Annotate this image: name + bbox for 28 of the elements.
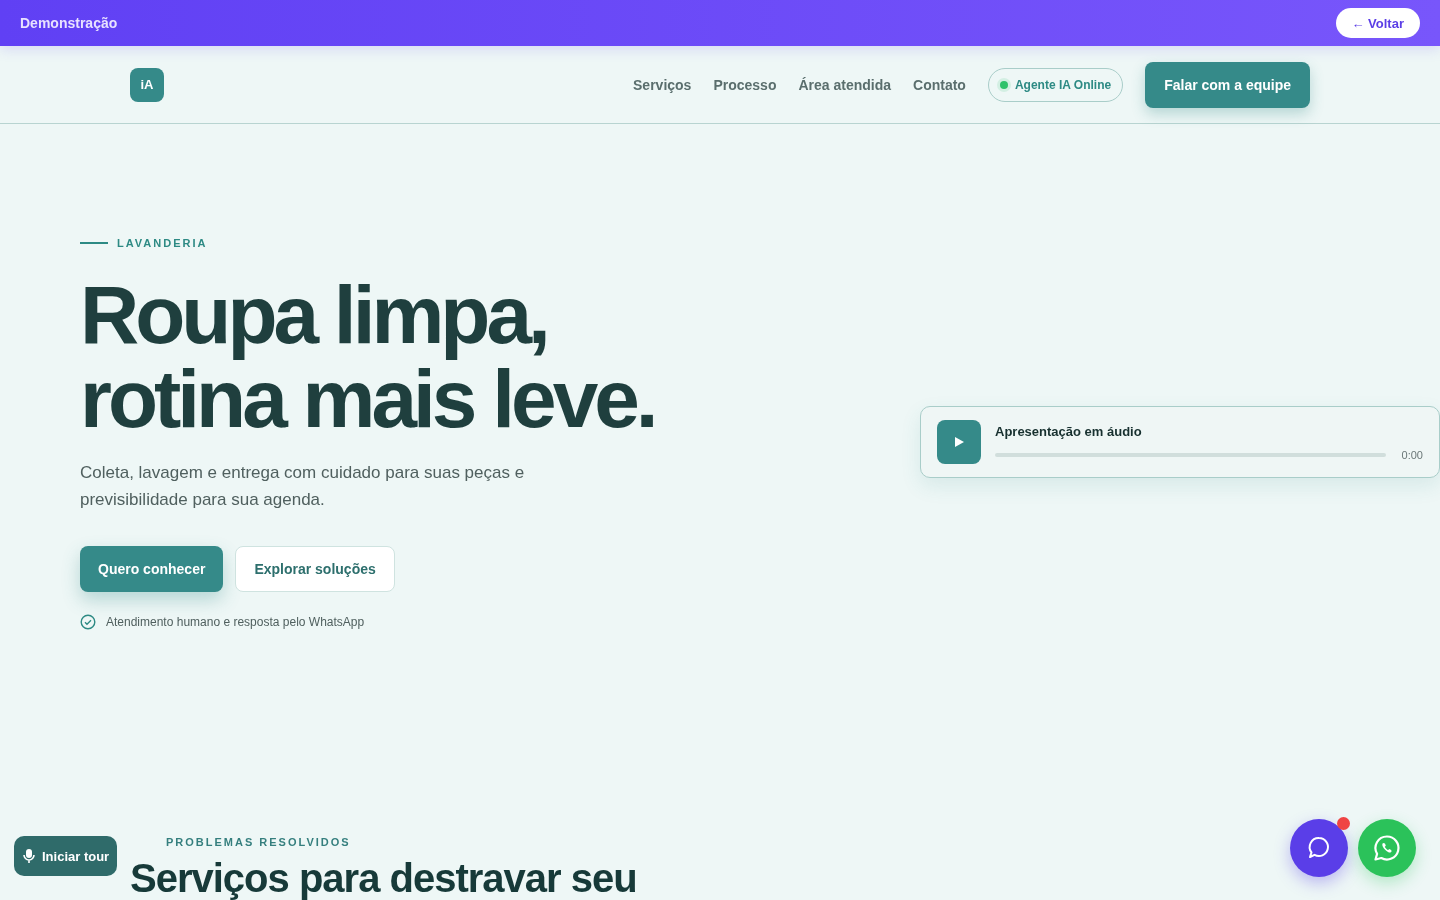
back-button[interactable]: ← Voltar <box>1335 8 1420 38</box>
audio-progress-track[interactable] <box>995 452 1386 457</box>
nav-link[interactable]: Processo <box>713 76 777 93</box>
hero-button[interactable]: Explorar soluções <box>235 545 395 592</box>
demo-title: Demonstração <box>20 15 118 31</box>
play-icon <box>953 436 965 448</box>
hero-subtitle: Coleta, lavagem e entrega com cuidado para suas peças e previsibilidade para sua agenda. <box>80 461 526 511</box>
audio-title: Apresentação em áudio <box>995 423 1143 439</box>
hero-note: Atendimento humano e resposta pelo WhatsApp <box>106 614 365 629</box>
microphone-icon <box>22 848 36 864</box>
nav-link[interactable]: Serviços <box>633 76 692 93</box>
section-eyebrow: PROBLEMAS RESOLVIDOS <box>166 836 352 848</box>
nav-link[interactable]: Contato <box>913 76 966 93</box>
logo[interactable]: iA <box>130 67 164 102</box>
chat-button[interactable] <box>1290 819 1348 877</box>
agent-status-label: Agente IA Online <box>1014 77 1112 92</box>
contact-team-button[interactable]: Falar com a equipe <box>1145 61 1310 108</box>
hero-button[interactable]: Quero conhecer <box>80 545 224 592</box>
play-button[interactable] <box>937 420 981 464</box>
tour-button[interactable]: Iniciar tour <box>14 836 118 876</box>
chat-bubble-icon <box>1306 835 1332 861</box>
audio-time: 0:00 <box>1401 448 1423 461</box>
check-circle-icon <box>80 613 96 630</box>
eyebrow-label: LAVANDERIA <box>117 236 208 249</box>
nav-link[interactable]: Área atendida <box>798 76 892 93</box>
whatsapp-button[interactable] <box>1358 819 1416 877</box>
section-title: Serviços para destravar seu <box>130 856 637 900</box>
phone-bubble-icon <box>1372 833 1402 863</box>
